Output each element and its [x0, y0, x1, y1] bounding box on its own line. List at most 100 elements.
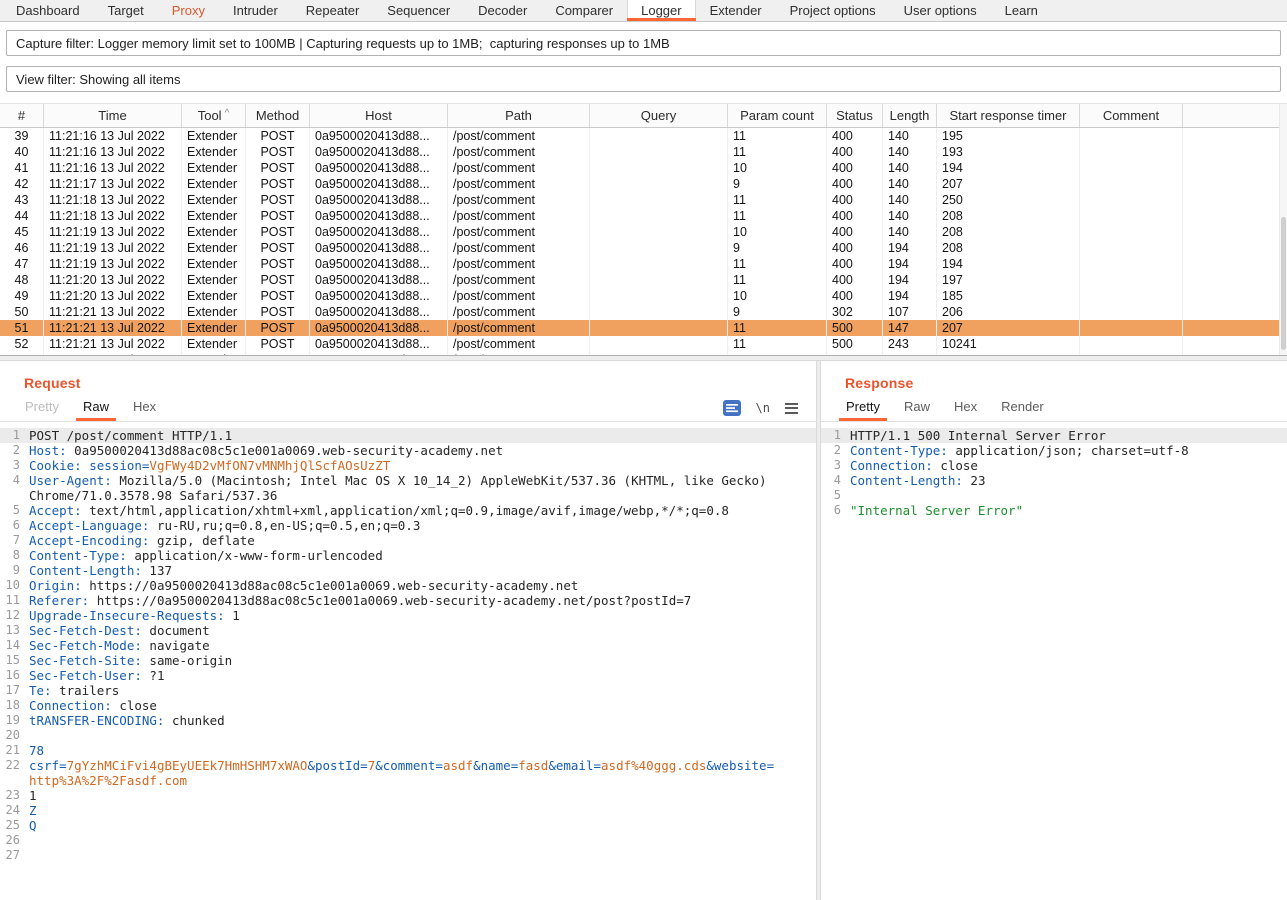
- log-row[interactable]: 4411:21:18 13 Jul 2022ExtenderPOST0a9500…: [0, 208, 1287, 224]
- cell-path: /post/comment: [448, 144, 590, 160]
- editor-menu-icon[interactable]: [785, 403, 798, 414]
- cell-query: [590, 176, 728, 192]
- line-number: 14: [0, 638, 28, 653]
- cell-length: 107: [883, 304, 937, 320]
- column-label: Comment: [1103, 108, 1159, 123]
- table-scrollbar-thumb[interactable]: [1281, 217, 1286, 350]
- log-row[interactable]: 4711:21:19 13 Jul 2022ExtenderPOST0a9500…: [0, 256, 1287, 272]
- cell-query: [590, 208, 728, 224]
- cell-param-count: 9: [728, 176, 827, 192]
- cell-host: 0a9500020413d88...: [310, 176, 448, 192]
- code-text: POST /post/comment HTTP/1.1: [28, 428, 778, 443]
- column-header-method[interactable]: Method: [246, 104, 310, 127]
- response-view-tabs: PrettyRawHexRender: [834, 394, 1056, 421]
- cell-host: 0a9500020413d88...: [310, 208, 448, 224]
- line-number: 6: [0, 518, 28, 533]
- code-line: 25Q: [0, 818, 816, 833]
- cell-start-response-timer: 208: [937, 208, 1080, 224]
- pretty-print-icon[interactable]: [723, 400, 741, 416]
- line-number: 25: [0, 818, 28, 833]
- cell-path: /post/comment: [448, 192, 590, 208]
- request-tab-hex[interactable]: Hex: [121, 394, 168, 421]
- cell-time: 11:21:21 13 Jul 2022: [44, 336, 182, 352]
- cell-status: 400: [827, 160, 883, 176]
- column-header-query[interactable]: Query: [590, 104, 728, 127]
- response-tab-pretty[interactable]: Pretty: [834, 394, 892, 421]
- column-header-time[interactable]: Time: [44, 104, 182, 127]
- log-row[interactable]: 5111:21:21 13 Jul 2022ExtenderPOST0a9500…: [0, 320, 1287, 336]
- main-tab-intruder[interactable]: Intruder: [219, 0, 292, 21]
- column-header-[interactable]: #: [0, 104, 44, 127]
- cell-tool: Extender: [182, 128, 246, 144]
- capture-filter-bar[interactable]: Capture filter: Logger memory limit set …: [6, 30, 1281, 56]
- code-text: Referer: https://0a9500020413d88ac08c5c1…: [28, 593, 778, 608]
- code-line: 7Accept-Encoding: gzip, deflate: [0, 533, 816, 548]
- cell-host: 0a9500020413d88...: [310, 336, 448, 352]
- log-row[interactable]: 4211:21:17 13 Jul 2022ExtenderPOST0a9500…: [0, 176, 1287, 192]
- main-tab-logger[interactable]: Logger: [627, 0, 695, 21]
- log-row[interactable]: 5211:21:21 13 Jul 2022ExtenderPOST0a9500…: [0, 336, 1287, 352]
- burp-suite-window: DashboardTargetProxyIntruderRepeaterSequ…: [0, 0, 1287, 900]
- main-tab-learn[interactable]: Learn: [991, 0, 1052, 21]
- request-tab-pretty[interactable]: Pretty: [13, 394, 71, 421]
- main-tab-target[interactable]: Target: [94, 0, 158, 21]
- column-header-host[interactable]: Host: [310, 104, 448, 127]
- column-label: Length: [890, 108, 930, 123]
- log-row[interactable]: 4111:21:16 13 Jul 2022ExtenderPOST0a9500…: [0, 160, 1287, 176]
- newline-toggle-icon[interactable]: \n: [756, 401, 770, 415]
- column-header-comment[interactable]: Comment: [1080, 104, 1183, 127]
- log-row[interactable]: 4011:21:16 13 Jul 2022ExtenderPOST0a9500…: [0, 144, 1287, 160]
- main-tab-sequencer[interactable]: Sequencer: [373, 0, 464, 21]
- log-row[interactable]: 4811:21:20 13 Jul 2022ExtenderPOST0a9500…: [0, 272, 1287, 288]
- cell-filler: [1183, 224, 1287, 240]
- column-header-status[interactable]: Status: [827, 104, 883, 127]
- log-row[interactable]: 4311:21:18 13 Jul 2022ExtenderPOST0a9500…: [0, 192, 1287, 208]
- log-row[interactable]: 4511:21:19 13 Jul 2022ExtenderPOST0a9500…: [0, 224, 1287, 240]
- request-view-tabs: PrettyRawHex: [13, 394, 168, 421]
- cell-time: 11:21:20 13 Jul 2022: [44, 288, 182, 304]
- column-header-length[interactable]: Length: [883, 104, 937, 127]
- line-number: 20: [0, 728, 28, 743]
- log-row[interactable]: 4911:21:20 13 Jul 2022ExtenderPOST0a9500…: [0, 288, 1287, 304]
- request-tab-row: PrettyRawHex \n: [0, 395, 816, 422]
- cell-comment: [1080, 304, 1183, 320]
- line-number: 13: [0, 623, 28, 638]
- code-text: Content-Type: application/x-www-form-url…: [28, 548, 778, 563]
- column-header-start-response-timer[interactable]: Start response timer: [937, 104, 1080, 127]
- column-header-path[interactable]: Path: [448, 104, 590, 127]
- cell-comment: [1080, 224, 1183, 240]
- view-filter-text: View filter: Showing all items: [16, 72, 181, 87]
- main-tab-user-options[interactable]: User options: [890, 0, 991, 21]
- response-tab-render[interactable]: Render: [989, 394, 1056, 421]
- cell-host: 0a9500020413d88...: [310, 352, 448, 355]
- cell-query: [590, 272, 728, 288]
- request-raw-view[interactable]: 1POST /post/comment HTTP/1.12Host: 0a950…: [0, 422, 816, 863]
- code-text: Accept-Encoding: gzip, deflate: [28, 533, 778, 548]
- response-tab-raw[interactable]: Raw: [892, 394, 942, 421]
- main-tab-dashboard[interactable]: Dashboard: [2, 0, 94, 21]
- main-tab-proxy[interactable]: Proxy: [158, 0, 219, 21]
- log-row[interactable]: 3911:21:16 13 Jul 2022ExtenderPOST0a9500…: [0, 128, 1287, 144]
- cell-comment: [1080, 160, 1183, 176]
- column-label: Time: [98, 108, 126, 123]
- cell-filler: [1183, 240, 1287, 256]
- main-tab-project-options[interactable]: Project options: [776, 0, 890, 21]
- log-row[interactable]: 5311:21:22 13 Jul 2022ExtenderPOST0a9500…: [0, 352, 1287, 355]
- main-tab-comparer[interactable]: Comparer: [541, 0, 627, 21]
- cell-time: 11:21:22 13 Jul 2022: [44, 352, 182, 355]
- column-header-param-count[interactable]: Param count: [728, 104, 827, 127]
- column-header-tool[interactable]: Tool^: [182, 104, 246, 127]
- log-row[interactable]: 5011:21:21 13 Jul 2022ExtenderPOST0a9500…: [0, 304, 1287, 320]
- table-scrollbar[interactable]: [1279, 104, 1287, 355]
- main-tab-decoder[interactable]: Decoder: [464, 0, 541, 21]
- cell-host: 0a9500020413d88...: [310, 192, 448, 208]
- view-filter-bar[interactable]: View filter: Showing all items: [6, 66, 1281, 92]
- main-tab-extender[interactable]: Extender: [696, 0, 776, 21]
- response-tab-hex[interactable]: Hex: [942, 394, 989, 421]
- response-pretty-view[interactable]: 1HTTP/1.1 500 Internal Server Error2Cont…: [821, 422, 1287, 518]
- main-tab-repeater[interactable]: Repeater: [292, 0, 373, 21]
- log-table: # Time Tool^MethodHostPathQueryParam count…: [0, 103, 1287, 355]
- log-row[interactable]: 4611:21:19 13 Jul 2022ExtenderPOST0a9500…: [0, 240, 1287, 256]
- request-tab-raw[interactable]: Raw: [71, 394, 121, 421]
- cell-tool: Extender: [182, 256, 246, 272]
